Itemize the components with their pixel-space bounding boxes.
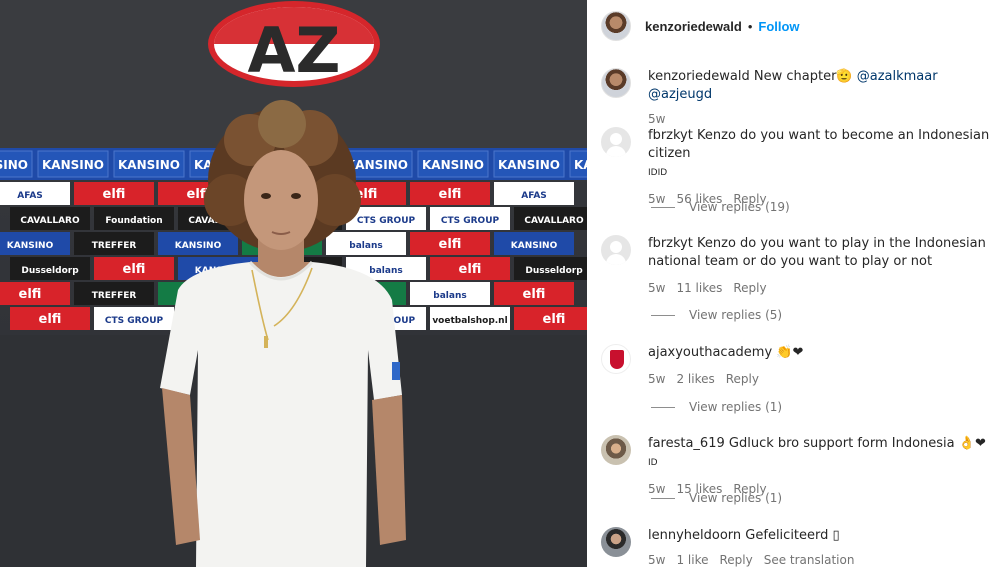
comment-item: fbrzkyt Kenzo do you want to become an I… (601, 127, 996, 208)
sponsor-dusseldorp-text: Dusseldorp (21, 266, 79, 276)
comment-likes[interactable]: 1 like (676, 551, 708, 567)
replies-divider (651, 406, 675, 408)
commenter-avatar[interactable] (601, 127, 631, 157)
follow-button[interactable]: Follow (758, 19, 799, 34)
comment-time: 5w (648, 281, 666, 295)
reply-button[interactable]: Reply (726, 370, 759, 388)
comment-username[interactable]: lennyheldoorn (648, 528, 741, 543)
photo-scene: AZ KANSINO KANSINO KANSINO KANSINO KANSINO KA… (0, 0, 587, 567)
commenter-avatar[interactable] (601, 235, 631, 265)
caption-text: New chapter🫡 (753, 69, 853, 84)
sponsor-foundation-text: Foundation (105, 216, 162, 226)
sponsor-dusseldorp-text: Dusseldorp (525, 266, 583, 276)
comment-text: Gefeliciteerd ▯ (745, 528, 840, 543)
comment-username[interactable]: faresta_619 (648, 436, 725, 451)
mention-azalkmaar[interactable]: @azalkmaar (857, 69, 938, 84)
replies-divider (651, 497, 675, 499)
post-header: kenzoriedewald • Follow (587, 0, 1000, 52)
separator-dot: • (747, 18, 753, 34)
reply-button[interactable]: Reply (719, 551, 752, 567)
comment-text: Gdluck bro support form Indonesia 👌❤ (728, 436, 986, 451)
sponsor-elfi-text: elfi (103, 187, 126, 202)
sponsor-kansino-text: KANSINO (0, 158, 28, 172)
sponsor-cts-text: CTS GROUP (105, 316, 164, 326)
sponsor-balans-text: balans (369, 266, 402, 276)
sponsor-cavallaro-text: CAVALLARO (524, 216, 584, 226)
sponsor-elfi-text: elfi (523, 287, 546, 302)
sponsor-kansino-text: KANSINO (175, 241, 222, 251)
sponsor-cavallaro-text: CAVALLARO (20, 216, 80, 226)
comment-item: fbrzkyt Kenzo do you want to play in the… (601, 235, 996, 297)
see-translation-button[interactable]: See translation (764, 551, 855, 567)
caption-time: 5w (648, 112, 666, 126)
comment-item: lennyheldoorn Gefeliciteerd ▯ 5w 1 like … (601, 527, 996, 567)
sponsor-kansino-text: KANSINO (574, 158, 587, 172)
comment-time: 5w (648, 553, 666, 567)
comment-username[interactable]: fbrzkyt (648, 236, 693, 251)
caption-avatar[interactable] (601, 68, 631, 98)
sponsor-cts-text: CTS GROUP (357, 216, 416, 226)
sponsor-kansino-text: KANSINO (346, 158, 408, 172)
sponsor-balans-text: balans (349, 241, 382, 251)
commenter-avatar[interactable] (601, 527, 631, 557)
comment-text: Kenzo do you want to play in the Indones… (648, 236, 986, 269)
sponsor-afas-text: AFAS (521, 191, 547, 201)
caption-username[interactable]: kenzoriedewald (648, 69, 750, 84)
sponsor-elfi-text: elfi (459, 262, 482, 277)
sponsor-elfi-text: elfi (123, 262, 146, 277)
commenter-avatar[interactable] (601, 344, 631, 374)
comment-text: Kenzo do you want to become an Indonesia… (648, 128, 990, 161)
comment-text: 👏❤ (776, 345, 804, 360)
comment-username[interactable]: fbrzkyt (648, 128, 693, 143)
sponsor-kansino-text: KANSINO (7, 241, 54, 251)
view-replies-label: View replies (19) (689, 200, 790, 214)
commenter-avatar[interactable] (601, 435, 631, 465)
sponsor-kansino-text: KANSINO (118, 158, 180, 172)
author-username[interactable]: kenzoriedewald (645, 19, 742, 34)
sponsor-elfi-text: elfi (19, 287, 42, 302)
comment-item: faresta_619 Gdluck bro support form Indo… (601, 435, 996, 498)
sponsor-kansino-text: KANSINO (511, 241, 558, 251)
ajax-logo-icon (610, 350, 624, 369)
sponsor-elfi-text: elfi (439, 187, 462, 202)
sponsor-elfi-text: elfi (39, 312, 62, 327)
sponsor-treffer-text: TREFFER (92, 291, 137, 301)
reply-button[interactable]: Reply (733, 279, 766, 297)
sponsor-elfi-text: elfi (543, 312, 566, 327)
replies-divider (651, 206, 675, 208)
az-logo-text: AZ (248, 14, 341, 87)
author-avatar[interactable] (601, 11, 631, 41)
view-replies-button[interactable]: View replies (1) (651, 400, 782, 414)
comment-username[interactable]: ajaxyouthacademy (648, 345, 772, 360)
sponsor-kansino-text: KANSINO (498, 158, 560, 172)
az-logo: AZ (208, 1, 380, 87)
mention-azjeugd[interactable]: @azjeugd (648, 87, 712, 102)
comment-likes[interactable]: 11 likes (676, 279, 722, 297)
view-replies-label: View replies (1) (689, 400, 783, 414)
post-photo: AZ KANSINO KANSINO KANSINO KANSINO KANSINO KA… (0, 0, 587, 567)
sponsor-elfi-text: elfi (439, 237, 462, 252)
replies-divider (651, 314, 675, 316)
sponsor-kansino-text: KANSINO (422, 158, 484, 172)
sponsor-cts-text: CTS GROUP (441, 216, 500, 226)
comment-suffix: IDID (648, 168, 668, 178)
comment-item: ajaxyouthacademy 👏❤ 5w 2 likes Reply (601, 344, 996, 388)
sponsor-afas-text: AFAS (17, 191, 43, 201)
view-replies-label: View replies (5) (689, 308, 783, 322)
view-replies-label: View replies (1) (689, 491, 783, 505)
caption: kenzoriedewald New chapter🫡 @azalkmaar @… (601, 68, 996, 128)
view-replies-button[interactable]: View replies (5) (651, 308, 782, 322)
sponsor-balans-text: balans (433, 291, 466, 301)
sponsor-voetbalshop-text: voetbalshop.nl (432, 316, 507, 326)
view-replies-button[interactable]: View replies (19) (651, 200, 790, 214)
comment-likes[interactable]: 2 likes (676, 370, 714, 388)
comment-suffix: ID (648, 458, 658, 468)
comment-time: 5w (648, 372, 666, 386)
view-replies-button[interactable]: View replies (1) (651, 491, 782, 505)
sponsor-treffer-text: TREFFER (92, 241, 137, 251)
comments-panel: kenzoriedewald • Follow kenzoriedewald N… (587, 0, 1000, 567)
sponsor-kansino-text: KANSINO (42, 158, 104, 172)
